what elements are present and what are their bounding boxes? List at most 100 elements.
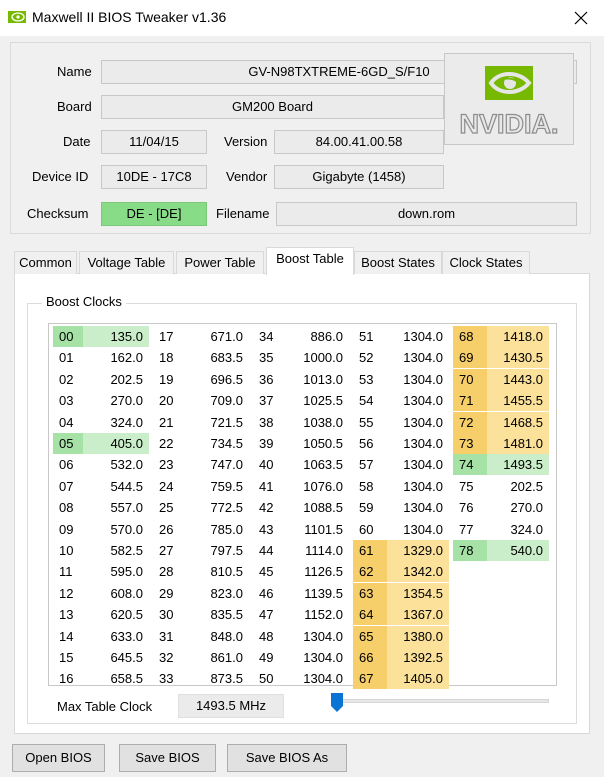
boost-clock-value-cell[interactable]: 270.0 bbox=[487, 497, 549, 518]
boost-clock-value-cell[interactable]: 1304.0 bbox=[387, 412, 449, 433]
tab-boost-table[interactable]: Boost Table bbox=[266, 247, 354, 275]
tab-boost-states[interactable]: Boost States bbox=[354, 251, 442, 274]
tab-voltage-table[interactable]: Voltage Table bbox=[79, 251, 174, 274]
open-bios-button[interactable]: Open BIOS bbox=[12, 744, 105, 772]
boost-clock-value-cell[interactable]: 835.5 bbox=[187, 604, 249, 625]
boost-clock-value-cell[interactable]: 1418.0 bbox=[487, 326, 549, 347]
boost-clock-value-cell[interactable]: 324.0 bbox=[83, 412, 149, 433]
boost-clock-value-cell[interactable]: 405.0 bbox=[83, 433, 149, 454]
boost-clock-value-cell[interactable]: 1038.0 bbox=[287, 412, 349, 433]
boost-clock-value-cell[interactable]: 747.0 bbox=[187, 454, 249, 475]
boost-clock-value-cell[interactable]: 861.0 bbox=[187, 647, 249, 668]
boost-clock-value-cell[interactable]: 810.5 bbox=[187, 561, 249, 582]
boost-clock-value-cell[interactable]: 1114.0 bbox=[287, 540, 349, 561]
boost-clock-value-cell[interactable]: 1304.0 bbox=[387, 497, 449, 518]
boost-clock-value-cell[interactable]: 671.0 bbox=[187, 326, 249, 347]
save-bios-as-button[interactable]: Save BIOS As bbox=[227, 744, 347, 772]
boost-clock-value-cell[interactable]: 557.0 bbox=[83, 497, 149, 518]
boost-clock-value-cell[interactable]: 608.0 bbox=[83, 583, 149, 604]
boost-clock-value-cell[interactable]: 1481.0 bbox=[487, 433, 549, 454]
boost-clock-value-cell[interactable]: 1126.5 bbox=[287, 561, 349, 582]
boost-clock-value-cell[interactable]: 1380.0 bbox=[387, 625, 449, 647]
boost-clock-value-cell[interactable]: 886.0 bbox=[287, 326, 349, 347]
boost-clock-value-cell[interactable]: 1101.5 bbox=[287, 519, 349, 540]
boost-clock-value-cell[interactable]: 683.5 bbox=[187, 347, 249, 368]
boost-clock-value-cell[interactable]: 570.0 bbox=[83, 519, 149, 540]
boost-clock-value-cell[interactable]: 1493.5 bbox=[487, 454, 549, 476]
boost-clock-value-cell[interactable]: 582.5 bbox=[83, 540, 149, 561]
boost-clock-value-cell[interactable]: 633.0 bbox=[83, 626, 149, 647]
boost-clock-value-cell[interactable]: 772.5 bbox=[187, 497, 249, 518]
boost-clock-value-cell[interactable]: 1000.0 bbox=[287, 347, 349, 368]
boost-clock-value-cell[interactable]: 1076.0 bbox=[287, 476, 349, 497]
boost-clock-value-cell[interactable]: 1152.0 bbox=[287, 604, 349, 625]
boost-clock-value-cell[interactable]: 1443.0 bbox=[487, 368, 549, 390]
boost-clock-value-cell[interactable]: 1025.5 bbox=[287, 390, 349, 411]
board-field[interactable]: GM200 Board bbox=[101, 95, 444, 119]
boost-clock-value-cell[interactable]: 1304.0 bbox=[387, 519, 449, 540]
checksum-field[interactable]: DE - [DE] bbox=[101, 202, 207, 226]
boost-clocks-grid[interactable]: 00 135.0 01 162.0 02 202.5 03 270.0 04 324.0 05 405… bbox=[48, 323, 557, 690]
boost-clock-value-cell[interactable]: 721.5 bbox=[187, 412, 249, 433]
tab-clock-states[interactable]: Clock States bbox=[442, 251, 530, 274]
boost-clock-value-cell[interactable]: 823.0 bbox=[187, 583, 249, 604]
boost-clock-value-cell[interactable]: 1304.0 bbox=[287, 626, 349, 647]
boost-clock-value-cell[interactable]: 1455.5 bbox=[487, 390, 549, 412]
date-field[interactable]: 11/04/15 bbox=[101, 130, 207, 154]
boost-clock-value-cell[interactable]: 162.0 bbox=[83, 347, 149, 368]
boost-clock-value-cell[interactable]: 1304.0 bbox=[287, 668, 349, 689]
boost-clock-value-cell[interactable]: 1354.5 bbox=[387, 582, 449, 604]
boost-clock-value-cell[interactable]: 759.5 bbox=[187, 476, 249, 497]
boost-clock-value-cell[interactable]: 202.5 bbox=[487, 476, 549, 497]
boost-clock-value-cell[interactable]: 1392.5 bbox=[387, 647, 449, 668]
boost-clock-value-cell[interactable]: 544.5 bbox=[83, 476, 149, 497]
max-clock-slider-track[interactable] bbox=[331, 699, 549, 703]
device-id-field[interactable]: 10DE - 17C8 bbox=[101, 165, 207, 189]
boost-clock-value-cell[interactable]: 1304.0 bbox=[387, 347, 449, 368]
filename-field[interactable]: down.rom bbox=[276, 202, 577, 226]
vendor-label: Vendor bbox=[226, 169, 268, 184]
boost-clock-value-cell[interactable]: 696.5 bbox=[187, 369, 249, 390]
tab-common[interactable]: Common bbox=[14, 251, 77, 274]
boost-clock-value-cell[interactable]: 202.5 bbox=[83, 369, 149, 390]
boost-clock-value-cell[interactable]: 135.0 bbox=[83, 326, 149, 347]
boost-clock-value-cell[interactable]: 540.0 bbox=[487, 540, 549, 561]
boost-clock-value-cell[interactable]: 1139.5 bbox=[287, 583, 349, 604]
boost-clock-value-cell[interactable]: 620.5 bbox=[83, 604, 149, 625]
boost-clock-value-cell[interactable]: 324.0 bbox=[487, 519, 549, 540]
boost-clock-value-cell[interactable]: 658.5 bbox=[83, 668, 149, 689]
close-button[interactable] bbox=[558, 0, 604, 36]
boost-clock-value-cell[interactable]: 1304.0 bbox=[387, 433, 449, 454]
boost-clock-value-cell[interactable]: 1304.0 bbox=[387, 326, 449, 347]
boost-clock-value-cell[interactable]: 1367.0 bbox=[387, 604, 449, 626]
boost-clock-value-cell[interactable]: 595.0 bbox=[83, 561, 149, 582]
boost-clock-value-cell[interactable]: 532.0 bbox=[83, 454, 149, 475]
boost-clock-value-cell[interactable]: 1405.0 bbox=[387, 668, 449, 690]
boost-clock-value-cell[interactable]: 1088.5 bbox=[287, 497, 349, 518]
boost-clock-value-cell[interactable]: 1050.5 bbox=[287, 433, 349, 454]
boost-clock-value-cell[interactable]: 645.5 bbox=[83, 647, 149, 668]
boost-clock-value-cell[interactable]: 873.5 bbox=[187, 668, 249, 689]
boost-clock-value-cell[interactable]: 1013.0 bbox=[287, 369, 349, 390]
boost-clock-value-cell[interactable]: 848.0 bbox=[187, 626, 249, 647]
boost-clock-value-cell[interactable]: 785.0 bbox=[187, 519, 249, 540]
boost-clock-value-cell[interactable]: 1342.0 bbox=[387, 561, 449, 583]
boost-clock-value-cell[interactable]: 1304.0 bbox=[387, 476, 449, 497]
boost-clock-value-cell[interactable]: 270.0 bbox=[83, 390, 149, 411]
boost-clock-value-cell[interactable]: 1329.0 bbox=[387, 540, 449, 561]
boost-clock-value-cell[interactable]: 1430.5 bbox=[487, 347, 549, 369]
boost-clock-value-cell[interactable]: 709.0 bbox=[187, 390, 249, 411]
boost-clock-value-cell[interactable]: 1304.0 bbox=[387, 390, 449, 411]
max-clock-slider-thumb[interactable] bbox=[330, 692, 344, 713]
save-bios-button[interactable]: Save BIOS bbox=[119, 744, 216, 772]
boost-clock-value-cell[interactable]: 797.5 bbox=[187, 540, 249, 561]
boost-clock-value-cell[interactable]: 1063.5 bbox=[287, 454, 349, 475]
vendor-field[interactable]: Gigabyte (1458) bbox=[274, 165, 444, 189]
boost-clock-value-cell[interactable]: 734.5 bbox=[187, 433, 249, 454]
version-field[interactable]: 84.00.41.00.58 bbox=[274, 130, 444, 154]
boost-clock-value-cell[interactable]: 1304.0 bbox=[387, 369, 449, 390]
boost-clock-value-cell[interactable]: 1304.0 bbox=[287, 647, 349, 668]
boost-clock-value-cell[interactable]: 1304.0 bbox=[387, 454, 449, 475]
boost-clock-value-cell[interactable]: 1468.5 bbox=[487, 411, 549, 433]
tab-power-table[interactable]: Power Table bbox=[176, 251, 264, 274]
